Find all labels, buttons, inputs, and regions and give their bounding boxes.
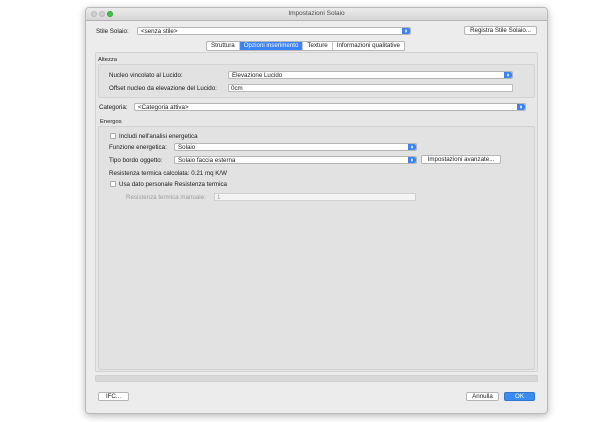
bordo-popup-value: Solaio faccia esterna	[178, 157, 236, 164]
offset-label: Offset nucleo da elevazione del Lucido:	[109, 85, 217, 92]
includi-checkbox[interactable]	[110, 133, 116, 139]
offset-field-value: 0cm	[231, 85, 243, 92]
usa-dato-checkbox[interactable]	[110, 181, 116, 187]
categoria-popup-value: <Categoria attiva>	[138, 104, 189, 111]
resistenza-calcolata-text: Resistenza termica calcolata: 0.21 mq K/…	[109, 170, 227, 177]
offset-field[interactable]: 0cm	[228, 84, 513, 92]
nucleo-popup-value: Elevazione Lucido	[232, 72, 283, 79]
popup-arrows-icon	[517, 104, 525, 110]
popup-arrows-icon	[402, 28, 410, 34]
includi-label: Includi nell'analisi energetica	[119, 133, 198, 140]
tab-struttura[interactable]: Struttura	[207, 42, 240, 50]
cancel-button[interactable]: Annulla	[466, 392, 499, 401]
save-style-button[interactable]: Registra Stile Solaio...	[464, 26, 537, 35]
tab-bar: Struttura Opzioni inserimento Texture In…	[206, 41, 406, 51]
tab-informazioni-qualitative[interactable]: Informazioni qualitative	[333, 42, 404, 50]
nucleo-popup[interactable]: Elevazione Lucido	[228, 71, 513, 79]
funzione-popup[interactable]: Solaio	[174, 143, 417, 151]
categoria-label: Categoria:	[99, 104, 128, 111]
title-bar[interactable]: Impostazioni Solaio	[86, 8, 547, 21]
advanced-settings-button[interactable]: Impostazioni avanzate...	[421, 155, 501, 164]
manuale-label: Resistenza termica manuale:	[126, 194, 206, 201]
ok-button[interactable]: OK	[504, 392, 535, 401]
ifc-button[interactable]: IFC...	[98, 392, 129, 401]
settings-window: Impostazioni Solaio Stile Solaio: <senza…	[85, 7, 548, 414]
popup-arrows-icon	[408, 144, 416, 150]
horizontal-scrollbar[interactable]	[95, 375, 538, 382]
tab-texture[interactable]: Texture	[303, 42, 333, 50]
bordo-popup[interactable]: Solaio faccia esterna	[174, 156, 417, 164]
altezza-section-title: Altezza	[98, 57, 118, 63]
usa-dato-label: Usa dato personale Resistenza termica	[119, 181, 227, 188]
style-popup[interactable]: <senza stile>	[137, 27, 411, 35]
style-popup-value: <senza stile>	[141, 28, 178, 35]
tab-opzioni-inserimento[interactable]: Opzioni inserimento	[239, 42, 304, 50]
categoria-popup[interactable]: <Categoria attiva>	[134, 103, 526, 111]
popup-arrows-icon	[408, 157, 416, 163]
manuale-field: 1	[214, 193, 416, 201]
popup-arrows-icon	[504, 72, 512, 78]
funzione-label: Funzione energetica:	[109, 144, 167, 151]
energos-section-title: Energos	[100, 119, 122, 125]
funzione-popup-value: Solaio	[178, 144, 196, 151]
manuale-field-value: 1	[217, 194, 221, 201]
altezza-group	[98, 64, 535, 98]
window-title: Impostazioni Solaio	[288, 10, 345, 17]
nucleo-label: Nucleo vincolato al Lucido:	[109, 72, 183, 79]
style-label: Stile Solaio:	[96, 28, 129, 35]
bordo-label: Tipo bordo oggetto:	[109, 157, 163, 164]
